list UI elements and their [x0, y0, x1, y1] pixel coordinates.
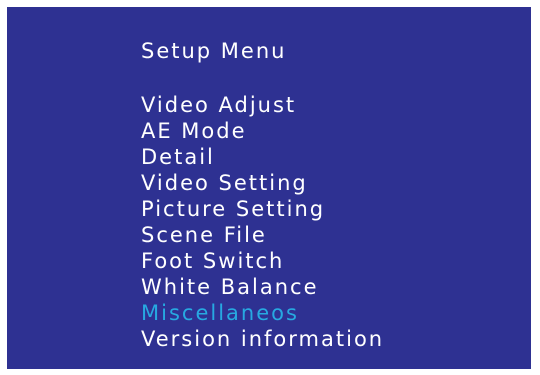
- menu-item-picture-setting[interactable]: Picture Setting: [141, 196, 384, 222]
- menu-item-detail[interactable]: Detail: [141, 144, 384, 170]
- menu-title: Setup Menu: [141, 39, 287, 63]
- menu-item-version-information[interactable]: Version information: [141, 326, 384, 352]
- menu-item-video-adjust[interactable]: Video Adjust: [141, 92, 384, 118]
- menu-item-scene-file[interactable]: Scene File: [141, 222, 384, 248]
- menu-item-miscellaneous[interactable]: Miscellaneos: [141, 300, 384, 326]
- menu-item-foot-switch[interactable]: Foot Switch: [141, 248, 384, 274]
- setup-menu-list: Video Adjust AE Mode Detail Video Settin…: [141, 92, 384, 352]
- menu-item-ae-mode[interactable]: AE Mode: [141, 118, 384, 144]
- menu-item-video-setting[interactable]: Video Setting: [141, 170, 384, 196]
- osd-screen: Setup Menu Video Adjust AE Mode Detail V…: [7, 7, 531, 369]
- menu-item-white-balance[interactable]: White Balance: [141, 274, 384, 300]
